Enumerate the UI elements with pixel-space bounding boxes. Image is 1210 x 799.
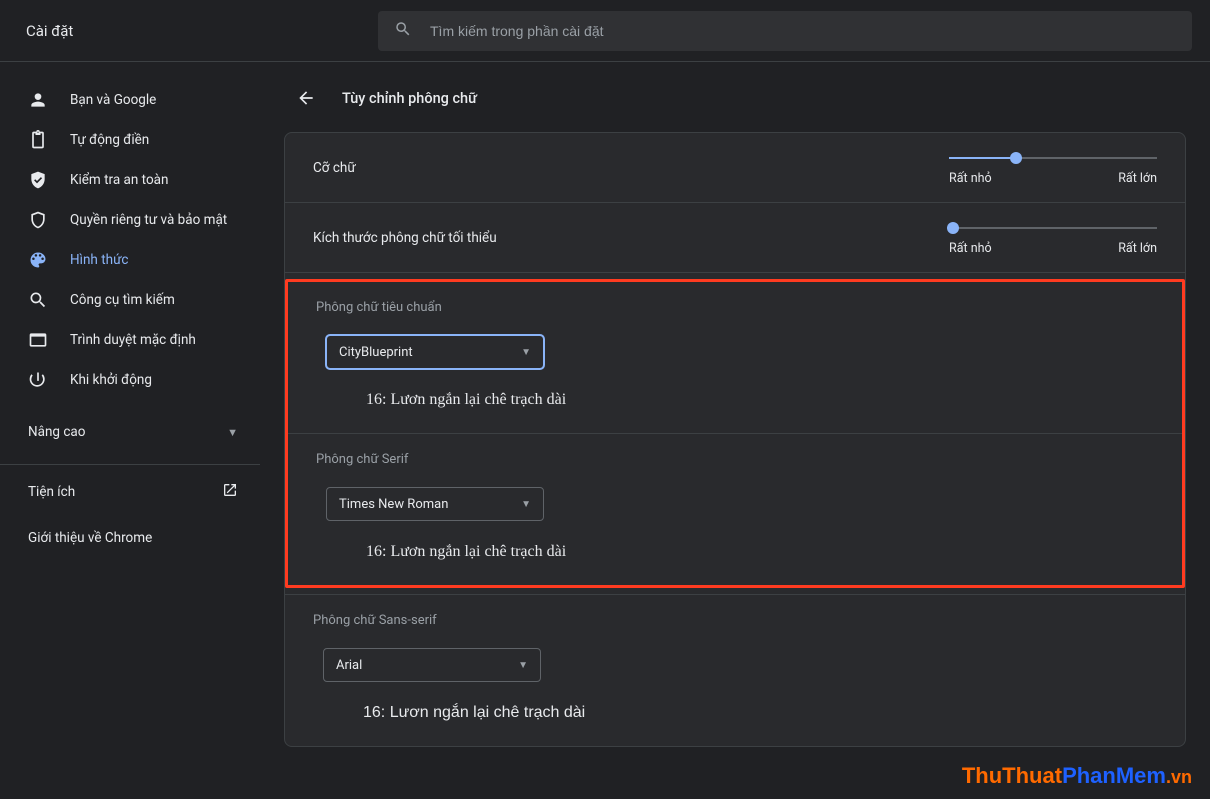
min-font-size-label: Kích thước phông chữ tối thiểu [313, 230, 497, 246]
slider-max-label: Rất lớn [1118, 241, 1157, 256]
font-size-label: Cỡ chữ [313, 160, 356, 176]
font-size-row: Cỡ chữ Rất nhỏ Rất lớn [285, 133, 1185, 203]
sans-font-preview: 16: Lươn ngắn lại chê trạch dài [363, 704, 1157, 722]
sidebar-item-label: Trình duyệt mặc định [70, 332, 196, 348]
sidebar-item-you-and-google[interactable]: Bạn và Google [0, 80, 260, 120]
back-button[interactable] [290, 82, 322, 114]
sidebar-item-label: Kiểm tra an toàn [70, 172, 168, 188]
select-value: Times New Roman [339, 497, 448, 512]
search-icon [28, 290, 48, 310]
sidebar-item-appearance[interactable]: Hình thức [0, 240, 260, 280]
main-panel: Tùy chỉnh phông chữ Cỡ chữ Rất nhỏ Rất l… [260, 62, 1210, 799]
about-label: Giới thiệu về Chrome [28, 530, 152, 546]
standard-font-section: Phông chữ tiêu chuẩn CityBlueprint ▼ 16:… [288, 282, 1182, 433]
slider-min-label: Rất nhỏ [949, 241, 992, 256]
divider [0, 464, 260, 465]
select-value: Arial [336, 658, 362, 673]
sans-font-section: Phông chữ Sans-serif Arial ▼ 16: Lươn ng… [285, 595, 1185, 746]
sidebar-item-label: Quyền riêng tư và bảo mật [70, 212, 227, 228]
page-title: Tùy chỉnh phông chữ [342, 90, 477, 107]
sidebar-item-label: Công cụ tìm kiếm [70, 292, 175, 308]
serif-font-label: Phông chữ Serif [316, 452, 1154, 467]
sans-font-label: Phông chữ Sans-serif [313, 613, 1157, 628]
settings-card: Cỡ chữ Rất nhỏ Rất lớn Kích thước phông … [284, 132, 1186, 747]
slider-max-label: Rất lớn [1118, 171, 1157, 186]
palette-icon [28, 250, 48, 270]
person-icon [28, 90, 48, 110]
min-font-size-row: Kích thước phông chữ tối thiểu Rất nhỏ R… [285, 203, 1185, 273]
chevron-down-icon: ▼ [227, 426, 238, 439]
shield-check-icon [28, 170, 48, 190]
extensions-label: Tiện ích [28, 484, 75, 500]
sidebar-item-default-browser[interactable]: Trình duyệt mặc định [0, 320, 260, 360]
power-icon [28, 370, 48, 390]
sidebar-advanced[interactable]: Nâng cao ▼ [0, 408, 260, 456]
serif-font-section: Phông chữ Serif Times New Roman ▼ 16: Lư… [288, 434, 1182, 585]
sidebar-item-startup[interactable]: Khi khởi động [0, 360, 260, 400]
external-link-icon [222, 482, 238, 502]
sidebar-item-safety-check[interactable]: Kiểm tra an toàn [0, 160, 260, 200]
search-input[interactable] [430, 23, 1176, 39]
advanced-label: Nâng cao [28, 424, 85, 440]
font-size-slider[interactable] [949, 149, 1157, 167]
sidebar-item-privacy[interactable]: Quyền riêng tư và bảo mật [0, 200, 260, 240]
select-value: CityBlueprint [339, 345, 413, 360]
slider-min-label: Rất nhỏ [949, 171, 992, 186]
serif-font-select[interactable]: Times New Roman ▼ [326, 487, 544, 521]
sidebar-item-label: Khi khởi động [70, 372, 152, 388]
standard-font-select[interactable]: CityBlueprint ▼ [326, 335, 544, 369]
search-box[interactable] [378, 11, 1192, 51]
chevron-down-icon: ▼ [521, 347, 531, 358]
sidebar-item-autofill[interactable]: Tự động điền [0, 120, 260, 160]
serif-font-preview: 16: Lươn ngắn lại chê trạch dài [366, 543, 1154, 561]
standard-font-preview: 16: Lươn ngắn lại chê trạch dài [366, 391, 1154, 409]
annotation-highlight: Phông chữ tiêu chuẩn CityBlueprint ▼ 16:… [285, 279, 1185, 588]
app-title: Cài đặt [0, 22, 378, 40]
sans-font-select[interactable]: Arial ▼ [323, 648, 541, 682]
chevron-down-icon: ▼ [521, 499, 531, 510]
top-bar: Cài đặt [0, 0, 1210, 62]
search-icon [394, 20, 412, 42]
sidebar: Bạn và Google Tự động điền Kiểm tra an t… [0, 62, 260, 799]
sidebar-item-about[interactable]: Giới thiệu về Chrome [0, 515, 260, 561]
sidebar-item-label: Bạn và Google [70, 92, 156, 108]
sidebar-item-label: Tự động điền [70, 132, 149, 148]
sidebar-item-search-engine[interactable]: Công cụ tìm kiếm [0, 280, 260, 320]
clipboard-icon [28, 130, 48, 150]
sidebar-item-extensions[interactable]: Tiện ích [0, 469, 260, 515]
sidebar-item-label: Hình thức [70, 252, 128, 268]
standard-font-label: Phông chữ tiêu chuẩn [316, 300, 1154, 315]
chevron-down-icon: ▼ [518, 660, 528, 671]
browser-icon [28, 330, 48, 350]
shield-icon [28, 210, 48, 230]
min-font-size-slider[interactable] [949, 219, 1157, 237]
